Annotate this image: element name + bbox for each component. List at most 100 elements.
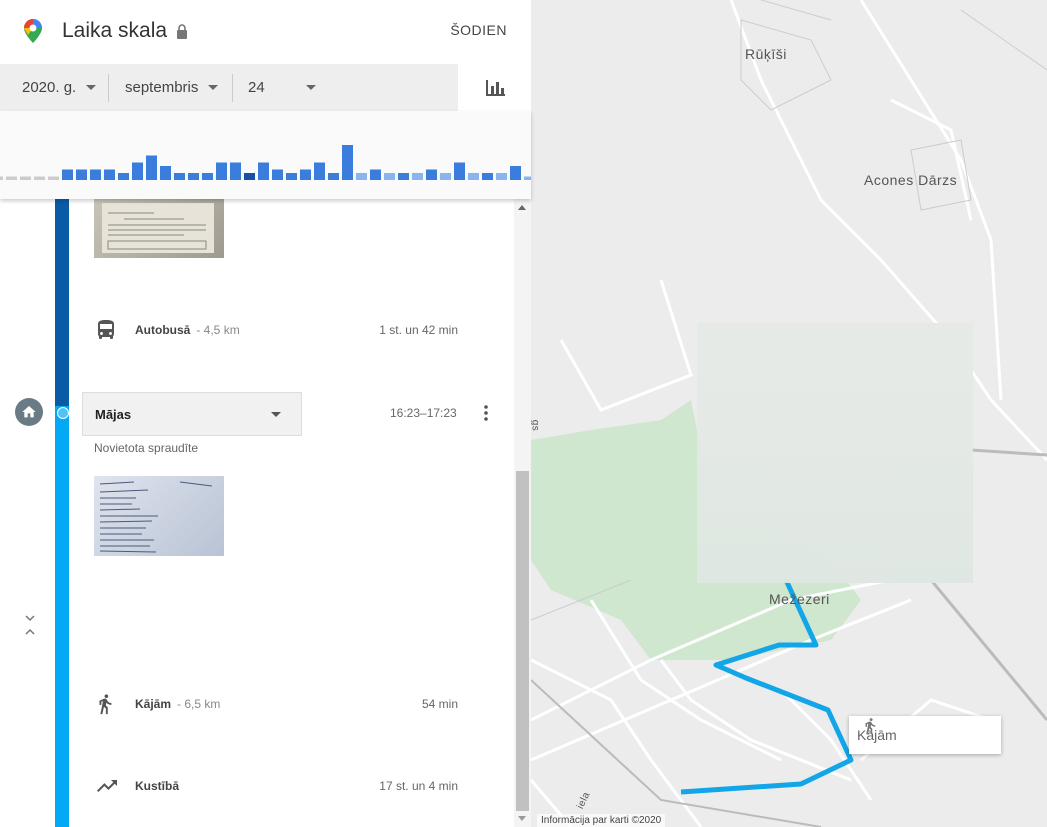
- blurred-area: [697, 323, 973, 583]
- map-label-side: gs: [531, 419, 541, 432]
- map-label-rukisi: Rūķīši: [745, 46, 787, 62]
- histogram-bar[interactable]: [328, 173, 339, 180]
- header: Laika skala ŠODIEN: [0, 0, 531, 64]
- histogram-bar[interactable]: [356, 173, 367, 180]
- walk-tooltip[interactable]: Kājām: [849, 716, 1001, 754]
- histogram-bar[interactable]: [146, 155, 157, 181]
- histogram-bar[interactable]: [244, 173, 255, 180]
- place-time: 16:23–17:23: [390, 406, 457, 420]
- histogram-bar[interactable]: [90, 169, 101, 181]
- segment-bus[interactable]: Autobusā - 4,5 km 1 st. un 42 min: [90, 320, 458, 340]
- histogram-bar[interactable]: [48, 176, 59, 181]
- histogram-bar[interactable]: [384, 173, 395, 180]
- segment-walk-duration: 54 min: [421, 697, 458, 711]
- segment-bus-duration: 1 st. un 42 min: [379, 323, 458, 337]
- histogram-bar[interactable]: [258, 162, 269, 181]
- chart-toggle-button[interactable]: [458, 64, 531, 111]
- chevron-down-icon: [271, 412, 281, 417]
- place-selector[interactable]: Mājas: [82, 392, 302, 436]
- histogram-bar[interactable]: [174, 173, 185, 180]
- histogram-bar[interactable]: [188, 173, 199, 180]
- histogram-bar[interactable]: [496, 173, 507, 180]
- histogram-bar[interactable]: [440, 173, 451, 180]
- histogram-chart: [0, 145, 531, 181]
- activity-histogram[interactable]: [0, 111, 531, 199]
- day-value: 24: [248, 79, 265, 96]
- histogram-bar[interactable]: [286, 173, 297, 180]
- histogram-bar[interactable]: [412, 173, 423, 180]
- histogram-bar[interactable]: [454, 162, 465, 181]
- histogram-bar[interactable]: [230, 162, 241, 181]
- more-options-icon[interactable]: [478, 404, 494, 422]
- scroll-down-icon[interactable]: [518, 816, 526, 821]
- timeline-bar-bus: [55, 199, 69, 406]
- histogram-bar[interactable]: [272, 169, 283, 181]
- segment-bus-distance: - 4,5 km: [196, 323, 240, 337]
- home-marker: [15, 398, 43, 426]
- histogram-bar[interactable]: [468, 173, 479, 180]
- timeline-dot: [57, 407, 69, 419]
- segment-walk-distance: - 6,5 km: [177, 697, 221, 711]
- histogram-bar[interactable]: [510, 166, 521, 180]
- walk-icon: [865, 718, 876, 735]
- segment-moving-duration: 17 st. un 4 min: [379, 779, 458, 793]
- photo-content-icon: [99, 481, 213, 553]
- year-value: 2020. g.: [22, 79, 77, 96]
- photo-thumbnail-1[interactable]: [94, 199, 224, 258]
- histogram-bar[interactable]: [160, 166, 171, 180]
- histogram-bar[interactable]: [6, 176, 17, 181]
- histogram-bar[interactable]: [398, 173, 409, 180]
- photo-thumbnail-2[interactable]: [94, 476, 224, 556]
- histogram-bar[interactable]: [34, 176, 45, 181]
- bus-icon: [98, 320, 114, 339]
- divider: [232, 74, 233, 102]
- scrollbar-thumb[interactable]: [516, 471, 529, 811]
- histogram-bar[interactable]: [342, 145, 353, 180]
- lock-icon: [177, 24, 187, 39]
- histogram-bar[interactable]: [524, 176, 531, 181]
- segment-moving[interactable]: Kustībā 17 st. un 4 min: [90, 776, 458, 796]
- place-name: Mājas: [95, 406, 132, 422]
- chevron-down-icon: [208, 85, 219, 90]
- date-selector-bar: 2020. g. septembris 24: [0, 64, 531, 111]
- walk-icon: [99, 694, 112, 715]
- place-note: Novietota spraudīte: [94, 441, 199, 455]
- chevron-down-icon: [306, 85, 316, 90]
- segment-walk[interactable]: Kājām - 6,5 km 54 min: [90, 694, 458, 715]
- map-label-acones: Acones Dārzs: [864, 172, 958, 188]
- histogram-bar[interactable]: [300, 169, 311, 181]
- map-view[interactable]: Rūķīši Acones Dārzs Mežezeri iela gs Kāj…: [531, 0, 1047, 827]
- month-value: septembris: [125, 79, 199, 96]
- month-select[interactable]: septembris: [125, 64, 233, 111]
- histogram-bar[interactable]: [76, 169, 87, 181]
- page-title: Laika skala: [62, 19, 168, 42]
- timeline-bar-current: [55, 406, 69, 827]
- histogram-bar[interactable]: [20, 176, 31, 181]
- trending-up-icon: [97, 780, 117, 792]
- expand-collapse-icon[interactable]: [22, 612, 38, 638]
- histogram-bar[interactable]: [132, 162, 143, 181]
- year-select[interactable]: 2020. g.: [22, 64, 108, 111]
- histogram-bar[interactable]: [482, 173, 493, 180]
- day-select[interactable]: 24: [248, 64, 328, 111]
- maps-pin-icon: [24, 19, 42, 43]
- today-button[interactable]: ŠODIEN: [450, 22, 507, 38]
- scrollbar[interactable]: [514, 199, 531, 827]
- bar-chart-icon: [485, 79, 505, 96]
- home-icon: [22, 406, 36, 418]
- segment-bus-label: Autobusā: [135, 323, 191, 337]
- divider: [108, 74, 109, 102]
- segment-walk-label: Kājām: [135, 697, 172, 711]
- histogram-bar[interactable]: [370, 169, 381, 181]
- timeline-panel: Autobusā - 4,5 km 1 st. un 42 min Mājas …: [0, 0, 531, 827]
- histogram-bar[interactable]: [0, 176, 3, 181]
- histogram-bar[interactable]: [426, 169, 437, 181]
- histogram-bar[interactable]: [314, 162, 325, 181]
- histogram-bar[interactable]: [104, 169, 115, 181]
- photo-content-icon: [102, 203, 214, 253]
- histogram-bar[interactable]: [216, 162, 227, 181]
- scroll-up-icon[interactable]: [518, 205, 526, 210]
- histogram-bar[interactable]: [202, 173, 213, 180]
- histogram-bar[interactable]: [62, 169, 73, 181]
- histogram-bar[interactable]: [118, 173, 129, 180]
